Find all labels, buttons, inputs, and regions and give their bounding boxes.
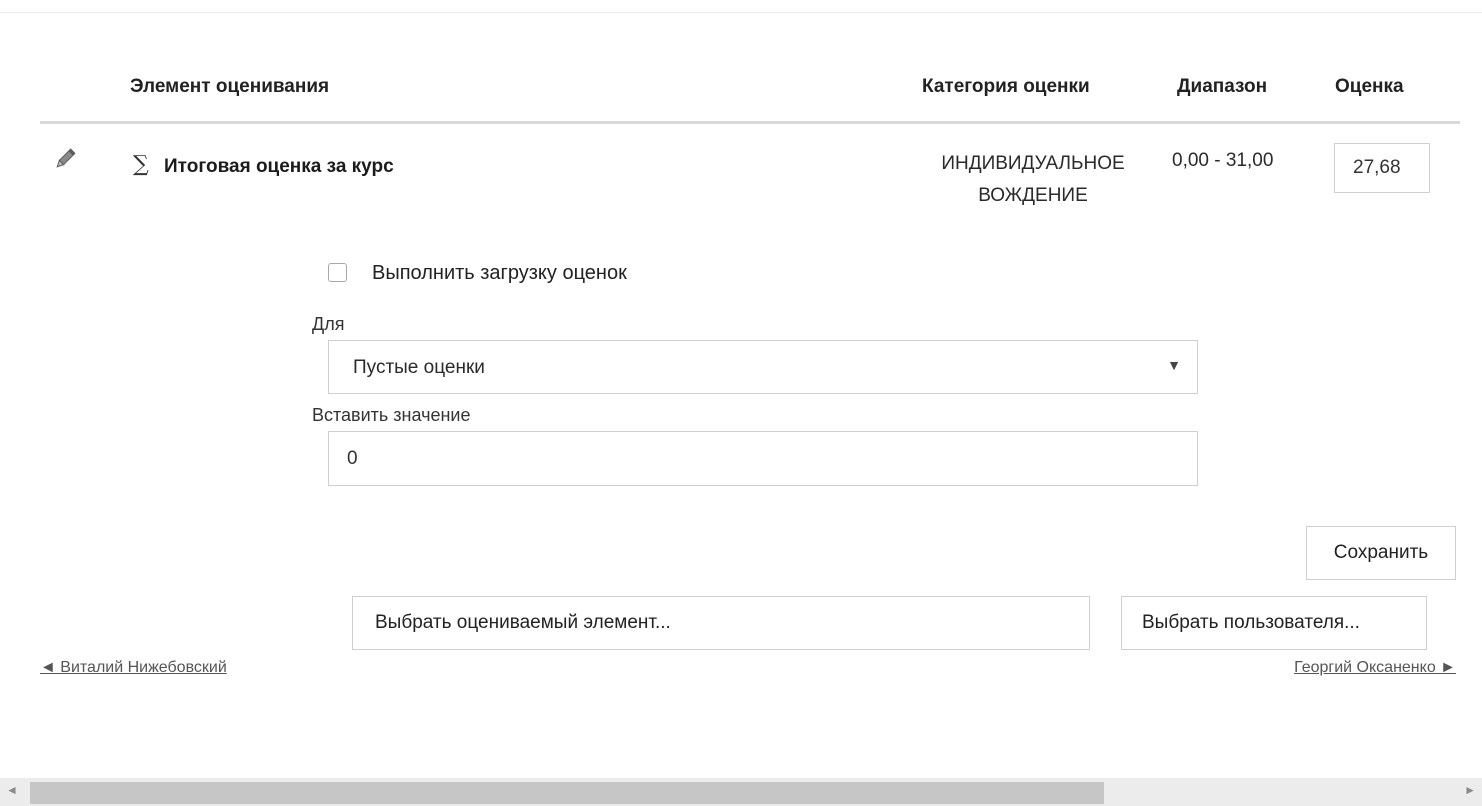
next-user-link[interactable]: Георгий Оксаненко ► (1294, 659, 1456, 677)
sigma-icon: ∑ (133, 152, 149, 177)
top-divider (0, 12, 1482, 13)
dropdown-arrow-icon: ▼ (1167, 357, 1181, 373)
header-item: Элемент оценивания (130, 76, 330, 97)
save-button[interactable]: Сохранить (1306, 526, 1456, 580)
header-grade: Оценка (1335, 76, 1404, 97)
select-user-button[interactable]: Выбрать пользователя... (1121, 596, 1427, 650)
grade-category: ИНДИВИДУАЛЬНОЕ ВОЖДЕНИЕ (910, 148, 1156, 212)
bulk-insert-checkbox[interactable] (328, 263, 347, 282)
for-label: Для (312, 314, 345, 334)
select-grade-item-button[interactable]: Выбрать оцениваемый элемент... (352, 596, 1090, 650)
insert-value-label: Вставить значение (312, 405, 471, 425)
scrollbar-thumb[interactable] (30, 782, 1104, 804)
header-divider (40, 121, 1460, 124)
header-category: Категория оценки (922, 76, 1090, 97)
horizontal-scrollbar[interactable]: ◄ ► (0, 778, 1482, 806)
insert-value-input[interactable] (328, 431, 1198, 486)
for-select[interactable]: Пустые оценки ▼ (328, 340, 1198, 394)
header-range: Диапазон (1177, 76, 1268, 97)
scroll-right-icon[interactable]: ► (1464, 783, 1476, 797)
for-select-value: Пустые оценки (353, 357, 485, 378)
prev-user-link[interactable]: ◄ Виталий Нижебовский (40, 659, 227, 677)
bulk-insert-label: Выполнить загрузку оценок (372, 262, 627, 284)
category-line: ВОЖДЕНИЕ (978, 185, 1088, 206)
category-line: ИНДИВИДУАЛЬНОЕ (941, 153, 1125, 174)
grade-input[interactable] (1334, 143, 1430, 193)
scroll-left-icon[interactable]: ◄ (6, 783, 18, 797)
pencil-icon[interactable] (52, 146, 78, 172)
grade-range: 0,00 - 31,00 (1172, 150, 1274, 171)
grade-item-name: Итоговая оценка за курс (164, 156, 394, 177)
